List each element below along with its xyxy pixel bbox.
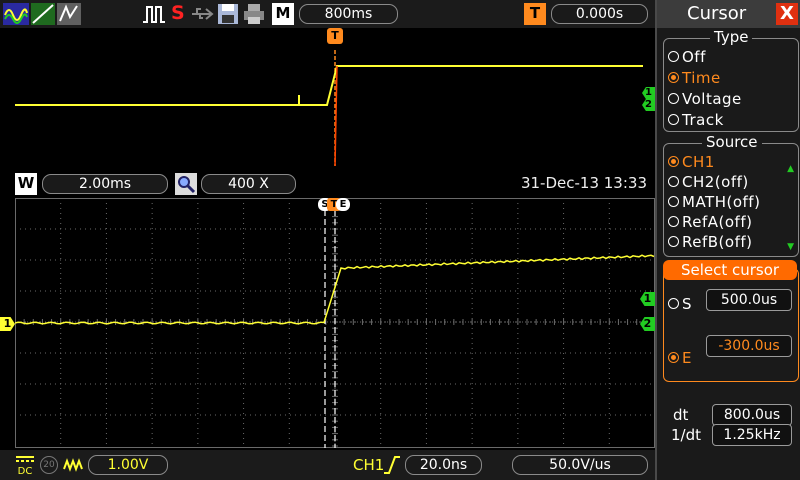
ch1-ground-marker[interactable]: 1 — [0, 317, 15, 331]
waveform-grid: S T E 1 2 — [15, 198, 655, 448]
bottom-status-bar: DC 20 1.00V CH1 20.0ns 50.0V/us — [0, 450, 655, 480]
type-option-2[interactable]: Voltage — [668, 90, 742, 108]
dots-mode-icon[interactable] — [31, 3, 55, 25]
type-group: Type Off Time Voltage Track — [663, 28, 799, 132]
window-badge: W — [15, 173, 37, 195]
trigger-delay-display[interactable]: 0.000s — [551, 4, 648, 24]
source-option-0[interactable]: CH1 — [668, 153, 715, 171]
datetime-display: 31-Dec-13 13:33 — [520, 174, 647, 192]
type-option-label: Time — [682, 69, 721, 87]
source-group-label: Source — [702, 133, 762, 151]
source-radio-2 — [668, 196, 679, 207]
channel-number-badge: 20 — [40, 456, 58, 474]
zoom-magnifier-icon — [175, 173, 197, 195]
trigger-time-display[interactable]: 20.0ns — [405, 455, 482, 475]
source-radio-1 — [668, 176, 679, 187]
inv-dt-value: 1.25kHz — [712, 424, 792, 446]
scroll-down-icon[interactable]: ▼ — [787, 242, 794, 252]
dt-value: 800.0us — [712, 404, 792, 426]
printer-icon[interactable] — [243, 3, 265, 25]
cursor-s-value[interactable]: 500.0us — [706, 289, 792, 311]
type-option-0[interactable]: Off — [668, 48, 706, 66]
zoom-factor-display[interactable]: 400 X — [201, 174, 296, 194]
rising-edge-icon — [384, 456, 400, 474]
dt-label: dt — [673, 406, 689, 424]
scroll-up-icon[interactable]: ▲ — [787, 164, 794, 174]
persistence-mode-icon[interactable] — [57, 3, 81, 25]
type-option-label: Off — [682, 48, 706, 66]
window-scale-display[interactable]: 2.00ms — [42, 174, 168, 194]
inv-dt-label: 1/dt — [671, 426, 701, 444]
dc-coupling-icon: DC — [16, 456, 34, 476]
type-radio-3 — [668, 114, 679, 125]
cursor-e-top-marker[interactable]: E — [336, 198, 350, 211]
cursor-e-option[interactable]: E — [668, 349, 692, 367]
top-toolbar: S M 800ms T 0.000s — [0, 0, 655, 28]
source-option-label: CH2(off) — [682, 173, 749, 191]
usb-icon — [192, 8, 214, 20]
status-row: W 2.00ms 400 X 31-Dec-13 13:33 — [0, 170, 655, 198]
source-option-4[interactable]: RefB(off) — [668, 233, 753, 251]
cursor-s-radio — [668, 298, 679, 309]
timebase-display[interactable]: 800ms — [299, 4, 398, 24]
source-radio-4 — [668, 236, 679, 247]
source-group: Source CH1 CH2(off) MATH(off) RefA(off) RefB… — [663, 133, 799, 257]
select-cursor-title: Select cursor — [663, 260, 797, 280]
source-option-2[interactable]: MATH(off) — [668, 193, 760, 211]
stop-indicator: S — [171, 2, 185, 24]
vectors-mode-icon[interactable] — [3, 3, 29, 25]
mode-badge: M — [272, 3, 294, 25]
source-radio-3 — [668, 216, 679, 227]
type-option-3[interactable]: Track — [668, 111, 724, 129]
select-cursor-group: Select cursor S 500.0us E -300.0us — [663, 260, 799, 382]
overview-waveform — [15, 50, 643, 167]
trigger-source-label: CH1 — [353, 456, 385, 474]
type-radio-2 — [668, 93, 679, 104]
trigger-slew-display[interactable]: 50.0V/us — [512, 455, 648, 475]
source-option-label: CH1 — [682, 153, 715, 171]
type-option-label: Voltage — [682, 90, 742, 108]
trigger-badge: T — [524, 3, 546, 25]
type-group-label: Type — [710, 28, 753, 46]
graticule — [15, 198, 655, 448]
source-option-label: MATH(off) — [682, 193, 761, 211]
cursor-s-option[interactable]: S — [668, 295, 692, 313]
cursor-e-radio — [668, 352, 679, 363]
acquire-pulse-icon — [143, 6, 165, 23]
cursor-e-value[interactable]: -300.0us — [706, 335, 792, 357]
save-disk-icon[interactable] — [217, 3, 239, 25]
overview-window: T 1 2 — [15, 28, 655, 170]
type-option-label: Track — [682, 111, 724, 129]
source-option-3[interactable]: RefA(off) — [668, 213, 752, 231]
ch1-volts-div-display[interactable]: 1.00V — [88, 455, 168, 475]
type-radio-1 — [668, 72, 679, 83]
cursor-menu-panel: Cursor X Type Off Time Voltage Track Source… — [655, 0, 800, 480]
overview-trigger-marker[interactable]: T — [327, 28, 343, 44]
close-button[interactable]: X — [776, 3, 798, 25]
source-option-label: RefA(off) — [682, 213, 753, 231]
bandwidth-limit-icon — [63, 458, 83, 472]
source-option-1[interactable]: CH2(off) — [668, 173, 749, 191]
source-radio-0 — [668, 156, 679, 167]
type-option-1[interactable]: Time — [668, 69, 721, 87]
panel-title: Cursor X — [657, 0, 800, 28]
svg-text:DC: DC — [18, 466, 33, 476]
type-radio-0 — [668, 51, 679, 62]
source-option-label: RefB(off) — [682, 233, 753, 251]
